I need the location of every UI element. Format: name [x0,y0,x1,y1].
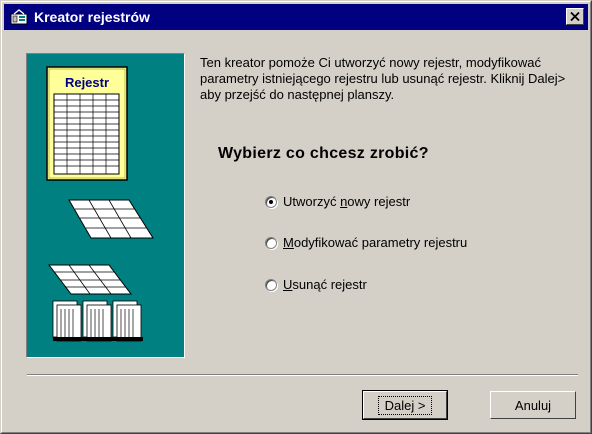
question-heading: Wybierz co chcesz zrobić? [218,145,429,162]
cancel-button[interactable]: Anuluj [490,391,576,419]
radio-create[interactable] [265,195,277,208]
wizard-illustration: Rejestr [26,53,185,358]
next-button[interactable]: Dalej > [362,390,448,420]
wizard-window: Kreator rejestrów Rejestr Ten kreator po… [0,0,592,434]
wizard-app-icon [10,9,28,25]
option-modify-label: Modyfikować parametry rejestru [283,235,468,250]
register-illustration: Rejestr [46,66,154,342]
option-modify-register[interactable]: Modyfikować parametry rejestru [265,235,467,250]
next-button-label: Dalej > [377,395,433,415]
window-title: Kreator rejestrów [34,9,150,25]
option-create-register[interactable]: Utworzyć nowy rejestr [265,194,410,209]
radio-selected-dot [269,199,273,204]
close-icon [570,12,580,21]
intro-text: Ten kreator pomoże Ci utworzyć nowy reje… [200,55,566,102]
radio-modify[interactable] [265,236,277,249]
option-delete-register[interactable]: Usunąć rejestr [265,277,367,292]
separator [27,374,578,376]
sheet-label: Rejestr [65,75,109,90]
radio-delete[interactable] [265,278,277,291]
title-bar[interactable]: Kreator rejestrów [4,4,588,30]
cancel-button-label: Anuluj [514,397,552,413]
option-delete-label: Usunąć rejestr [283,277,367,292]
close-button[interactable] [566,8,584,25]
option-create-label: Utworzyć nowy rejestr [283,194,411,209]
